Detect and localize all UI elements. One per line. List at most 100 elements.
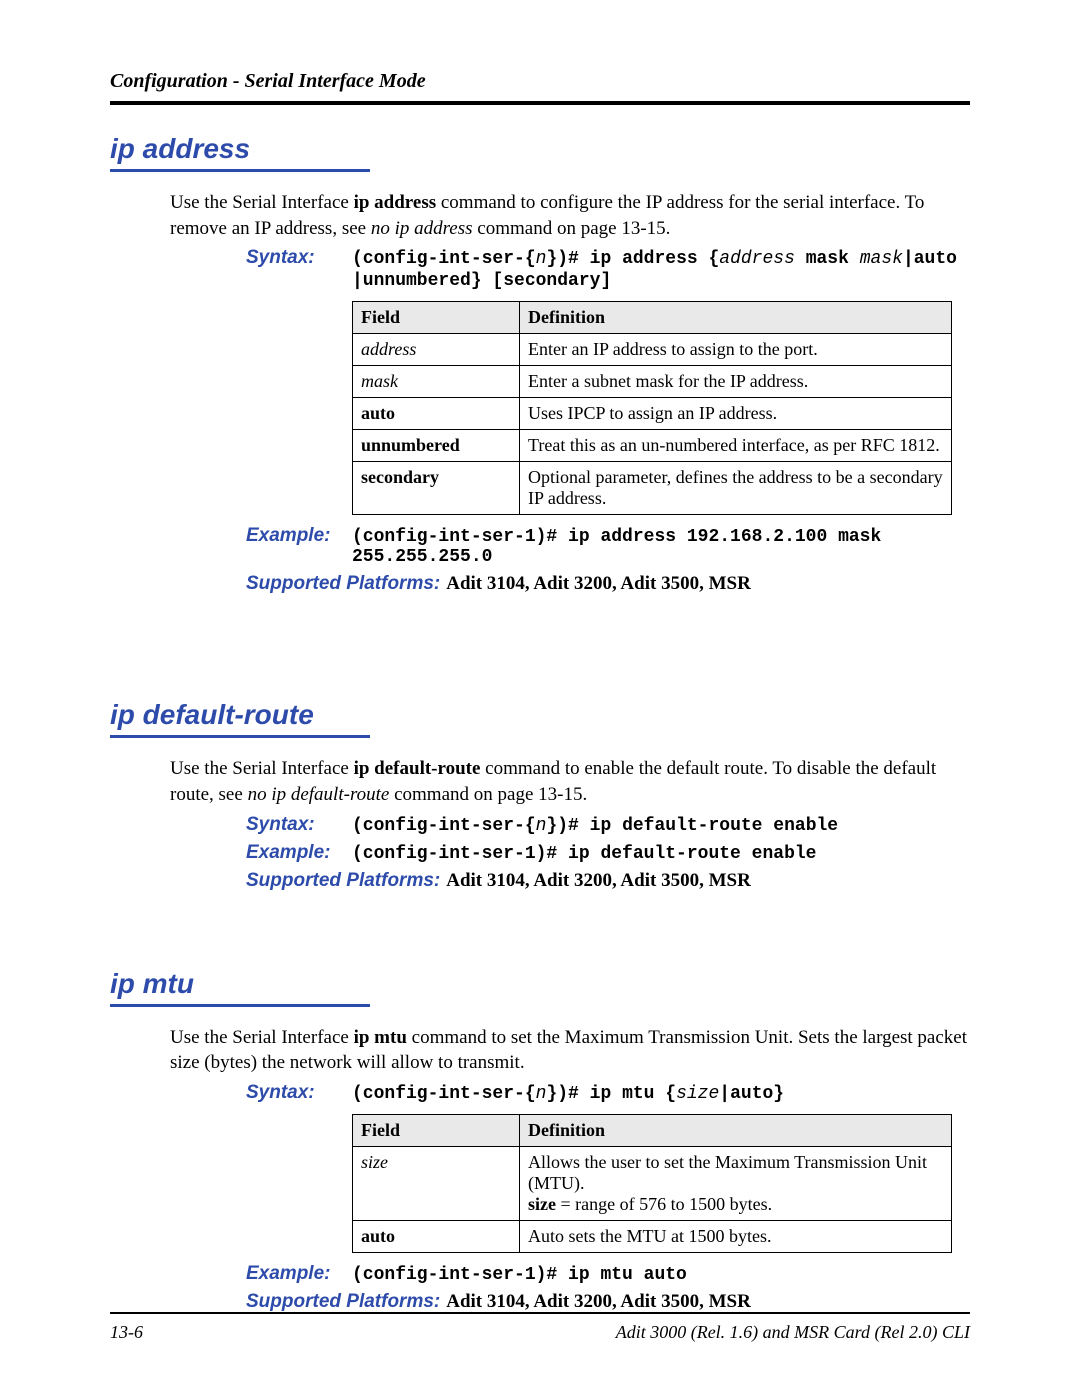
td-def: Uses IPCP to assign an IP address.	[520, 398, 952, 430]
syntax-l1-mask: mask	[860, 249, 903, 269]
th-def: Definition	[520, 1114, 952, 1146]
table-row: mask Enter a subnet mask for the IP addr…	[353, 366, 952, 398]
td-field: auto	[361, 1226, 395, 1246]
platforms-row-ip-default-route: Supported Platforms: Adit 3104, Adit 320…	[246, 870, 970, 892]
td-def-size-bold: size	[528, 1194, 556, 1214]
td-field: mask	[361, 371, 398, 391]
syntax-n: n	[536, 1084, 547, 1104]
syntax-l1-c: mask	[795, 249, 860, 269]
section-body-ip-default-route: Use the Serial Interface ip default-rout…	[110, 756, 970, 891]
section-body-ip-address: Use the Serial Interface ip address comm…	[110, 190, 970, 595]
syntax-a: (config-int-ser-{	[352, 816, 536, 836]
syntax-l1-addr: address	[719, 249, 795, 269]
syntax-b: })# ip default-route enable	[546, 816, 838, 836]
syntax-l1-n: n	[536, 249, 547, 269]
platforms-row-ip-address: Supported Platforms: Adit 3104, Adit 320…	[246, 573, 970, 595]
section-body-ip-mtu: Use the Serial Interface ip mtu command …	[110, 1025, 970, 1313]
td-field: size	[361, 1152, 388, 1172]
platforms-value: Adit 3104, Adit 3200, Adit 3500, MSR	[446, 1291, 751, 1313]
intro-pre: Use the Serial Interface	[170, 192, 354, 213]
syntax-n: n	[536, 816, 547, 836]
syntax-row-ip-address: Syntax: (config-int-ser-{n})# ip address…	[246, 247, 970, 291]
platforms-label: Supported Platforms:	[246, 573, 440, 595]
platforms-value: Adit 3104, Adit 3200, Adit 3500, MSR	[446, 870, 751, 892]
table-row: unnumbered Treat this as an un-numbered …	[353, 430, 952, 462]
intro-pre: Use the Serial Interface	[170, 1027, 354, 1048]
syntax-row-ip-mtu: Syntax: (config-int-ser-{n})# ip mtu {si…	[246, 1082, 970, 1104]
syntax-label: Syntax:	[246, 1082, 338, 1104]
example-cmd: (config-int-ser-1)# ip default-route ena…	[352, 844, 970, 864]
header-rule	[110, 101, 970, 105]
syntax-body: (config-int-ser-{n})# ip default-route e…	[352, 814, 970, 836]
syntax-row-ip-default-route: Syntax: (config-int-ser-{n})# ip default…	[246, 814, 970, 836]
intro-link-italic: no ip default-route	[248, 784, 390, 805]
platforms-value: Adit 3104, Adit 3200, Adit 3500, MSR	[446, 573, 751, 595]
td-def: Allows the user to set the Maximum Trans…	[520, 1146, 952, 1220]
syntax-l1-b: })# ip address {	[546, 249, 719, 269]
td-def-pre: Auto sets the MTU at 1500 bytes.	[528, 1226, 771, 1246]
intro-ip-mtu: Use the Serial Interface ip mtu command …	[170, 1025, 970, 1076]
td-field: auto	[361, 403, 395, 423]
syntax-l1-d: |auto	[903, 249, 957, 269]
example-row-ip-default-route: Example: (config-int-ser-1)# ip default-…	[246, 842, 970, 864]
intro-ip-address: Use the Serial Interface ip address comm…	[170, 190, 970, 241]
example-label: Example:	[246, 1263, 338, 1285]
running-header: Configuration - Serial Interface Mode	[110, 70, 970, 93]
section-title-ip-mtu: ip mtu	[110, 968, 970, 1000]
td-def-post: = range of 576 to 1500 bytes.	[556, 1194, 772, 1214]
syntax-label: Syntax:	[246, 247, 338, 269]
table-row: secondary Optional parameter, defines th…	[353, 462, 952, 515]
platforms-label: Supported Platforms:	[246, 870, 440, 892]
doc-title: Adit 3000 (Rel. 1.6) and MSR Card (Rel 2…	[616, 1322, 970, 1343]
intro-cmd-bold: ip mtu	[354, 1027, 407, 1048]
intro-cmd-bold: ip address	[354, 192, 437, 213]
th-field: Field	[353, 1114, 520, 1146]
intro-post: command on page 13-15.	[473, 218, 671, 239]
syntax-l1-a: (config-int-ser-{	[352, 249, 536, 269]
table-row: size Allows the user to set the Maximum …	[353, 1146, 952, 1220]
section-title-ip-address: ip address	[110, 133, 970, 165]
page: Configuration - Serial Interface Mode ip…	[0, 0, 1080, 1397]
section-rule-ip-default-route	[110, 735, 370, 738]
td-field: unnumbered	[361, 435, 460, 455]
td-def: Enter a subnet mask for the IP address.	[520, 366, 952, 398]
syntax-body: (config-int-ser-{n})# ip address {addres…	[352, 247, 970, 291]
td-def: Optional parameter, defines the address …	[520, 462, 952, 515]
intro-cmd-bold: ip default-route	[354, 758, 481, 779]
example-row-ip-mtu: Example: (config-int-ser-1)# ip mtu auto	[246, 1263, 970, 1285]
th-field: Field	[353, 302, 520, 334]
table-row: auto Uses IPCP to assign an IP address.	[353, 398, 952, 430]
section-rule-ip-address	[110, 169, 370, 172]
intro-post: command on page 13-15.	[389, 784, 587, 805]
intro-ip-default-route: Use the Serial Interface ip default-rout…	[170, 756, 970, 807]
syntax-label: Syntax:	[246, 814, 338, 836]
example-row-ip-address: Example: (config-int-ser-1)# ip address …	[246, 525, 970, 567]
field-table-ip-mtu: Field Definition size Allows the user to…	[352, 1114, 952, 1253]
example-label: Example:	[246, 525, 338, 547]
platforms-row-ip-mtu: Supported Platforms: Adit 3104, Adit 320…	[246, 1291, 970, 1313]
page-number: 13-6	[110, 1322, 143, 1343]
example-cmd: (config-int-ser-1)# ip address 192.168.2…	[352, 527, 970, 567]
section-title-ip-default-route: ip default-route	[110, 699, 970, 731]
table-row: address Enter an IP address to assign to…	[353, 334, 952, 366]
footer-rule	[110, 1312, 970, 1314]
syntax-c: |auto}	[719, 1084, 784, 1104]
th-def: Definition	[520, 302, 952, 334]
syntax-l2: |unnumbered} [secondary]	[352, 271, 611, 291]
section-rule-ip-mtu	[110, 1004, 370, 1007]
td-def: Treat this as an un-numbered interface, …	[520, 430, 952, 462]
td-field: address	[361, 339, 416, 359]
page-footer: 13-6 Adit 3000 (Rel. 1.6) and MSR Card (…	[110, 1312, 970, 1343]
example-cmd: (config-int-ser-1)# ip mtu auto	[352, 1265, 970, 1285]
td-def: Auto sets the MTU at 1500 bytes.	[520, 1220, 952, 1252]
td-def-pre: Allows the user to set the Maximum Trans…	[528, 1152, 927, 1193]
intro-pre: Use the Serial Interface	[170, 758, 354, 779]
syntax-a: (config-int-ser-{	[352, 1084, 536, 1104]
syntax-b: })# ip mtu {	[546, 1084, 676, 1104]
field-table-ip-address: Field Definition address Enter an IP add…	[352, 301, 952, 515]
syntax-body: (config-int-ser-{n})# ip mtu {size|auto}	[352, 1082, 970, 1104]
intro-link-italic: no ip address	[371, 218, 473, 239]
example-label: Example:	[246, 842, 338, 864]
td-field: secondary	[361, 467, 439, 487]
td-def: Enter an IP address to assign to the por…	[520, 334, 952, 366]
